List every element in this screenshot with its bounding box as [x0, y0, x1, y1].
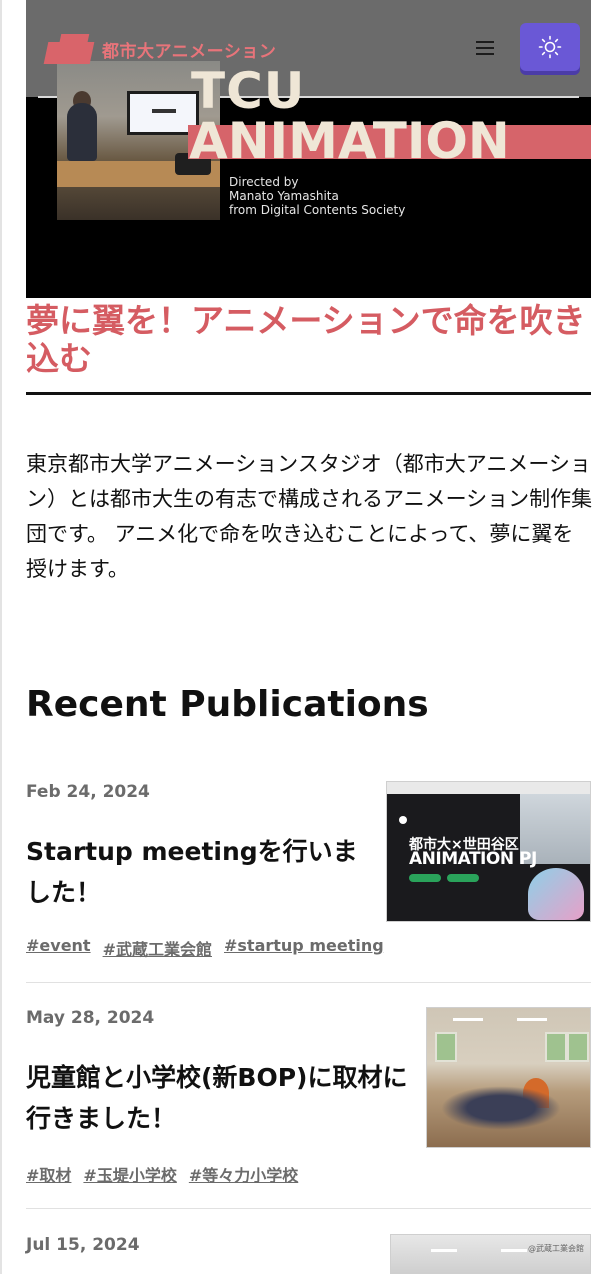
- theme-toggle-button[interactable]: [520, 23, 580, 71]
- hero-title-line2: ANIMATION: [189, 112, 510, 170]
- post-thumbnail[interactable]: @武蔵工業会館: [390, 1234, 591, 1274]
- post-divider: [26, 1208, 591, 1209]
- hamburger-icon: [476, 41, 494, 43]
- post-date: Feb 24, 2024: [26, 782, 150, 802]
- credit-line: Directed by: [229, 175, 299, 189]
- site-logo[interactable]: 都市大アニメーション: [43, 34, 277, 64]
- photo-children: [441, 1086, 561, 1130]
- post-date: Jul 15, 2024: [26, 1235, 140, 1255]
- hero-banner: 都市大アニメーション TCU ANIMATION Directed by Man…: [26, 0, 591, 298]
- post-tags: #event #武蔵工業会館 #startup meeting: [26, 936, 384, 960]
- thumb-watermark: @武蔵工業会館: [528, 1244, 584, 1253]
- logo-text: 都市大アニメーション: [102, 41, 277, 62]
- post-tags: #取材 #玉堤小学校 #等々力小学校: [26, 1162, 298, 1186]
- anime-character-illustration: [528, 868, 584, 920]
- recent-publications-heading: Recent Publications: [26, 684, 429, 725]
- tag-link[interactable]: #武蔵工業会館: [103, 936, 212, 960]
- photo-person: [67, 103, 97, 161]
- headline-underline: [26, 392, 591, 395]
- publication-item: Jul 15, 2024 @武蔵工業会館: [26, 1233, 591, 1274]
- post-title-link[interactable]: Startup meetingを行いました！: [26, 831, 376, 913]
- tag-link[interactable]: #event: [26, 936, 91, 960]
- post-title-link[interactable]: 児童館と小学校(新BOP)に取材に行きました！: [26, 1057, 416, 1139]
- logo-mark-icon: [43, 34, 95, 64]
- hero-credits: Directed by Manato Yamashita from Digita…: [229, 175, 405, 217]
- menu-button[interactable]: [472, 34, 498, 62]
- intro-paragraph: 東京都市大学アニメーションスタジオ（都市大アニメーション）とは都市大生の有志で構…: [26, 452, 593, 581]
- tag-link[interactable]: #startup meeting: [224, 936, 384, 960]
- credit-line: from Digital Contents Society: [229, 203, 406, 217]
- page-headline: 夢に翼を！アニメーションで命を吹き込む: [26, 301, 586, 378]
- hero-title-line1: TCU: [191, 62, 306, 120]
- publication-item: May 28, 2024 児童館と小学校(新BOP)に取材に行きました！ #取材…: [26, 1006, 591, 1196]
- post-thumbnail[interactable]: 都市大×世田谷区 ANIMATION PJ: [386, 781, 591, 922]
- post-thumbnail[interactable]: [426, 1007, 591, 1148]
- tag-link[interactable]: #玉堤小学校: [83, 1162, 176, 1186]
- credit-line: Manato Yamashita: [229, 189, 339, 203]
- post-divider: [26, 982, 591, 983]
- publication-item: Feb 24, 2024 Startup meetingを行いました！ #eve…: [26, 780, 591, 970]
- sun-icon: [538, 35, 562, 59]
- post-date: May 28, 2024: [26, 1008, 155, 1028]
- tag-link[interactable]: #等々力小学校: [189, 1162, 298, 1186]
- tag-link[interactable]: #取材: [26, 1162, 71, 1186]
- page-left-border: [0, 0, 2, 1274]
- thumb-heading-large: ANIMATION PJ: [409, 849, 537, 869]
